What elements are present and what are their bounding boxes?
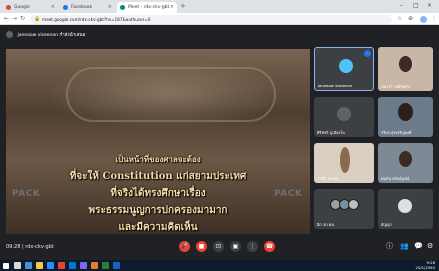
start-icon[interactable]: [3, 262, 9, 269]
present-button[interactable]: ▣: [230, 241, 241, 252]
participant-name: วาศินี อ.พุทธ: [317, 176, 339, 181]
slide-ornament: [66, 67, 276, 122]
people-icon[interactable]: 👥: [400, 242, 409, 251]
slide-line-1: เป็นหน้าที่ของศาลจะต้อง: [115, 154, 201, 164]
tab-meet[interactable]: Meet - rdx-ckv-gbt ×: [117, 2, 177, 13]
tab-title: Google: [14, 5, 30, 10]
star-icon[interactable]: ☆: [397, 15, 402, 23]
more-options-icon[interactable]: ⋯: [364, 50, 371, 57]
address-bar-row: ← → ↻ 🔒 meet.google.com/rdx-ckv-gbt?hs=1…: [0, 13, 439, 25]
participant-tile[interactable]: คมสัน ทรัพย์บูรณ์: [378, 143, 433, 183]
participant-name: คมสัน ทรัพย์บูรณ์: [381, 176, 410, 181]
facebook-favicon-icon: [63, 5, 68, 10]
tab-title: Meet - rdx-ckv-gbt: [128, 5, 170, 10]
participant-name: ศิริพัชร์ ภูเมืองโพ: [317, 130, 345, 135]
participant-name: รวีพร สุขเจริญพงศ์: [381, 130, 412, 135]
slide-line-3: ที่จริงได้ทรงศึกษาเรื่อง: [110, 188, 206, 199]
presenter-text: janeaow viseenon กำลังนำเสนอ: [17, 33, 86, 38]
close-window-icon[interactable]: ×: [427, 1, 432, 10]
participant-name: ธัญญา: [381, 222, 392, 227]
new-tab-button[interactable]: +: [180, 2, 186, 11]
close-icon[interactable]: ×: [170, 4, 174, 10]
participant-tile[interactable]: นพวรา วงศ์ชัยสุข: [378, 47, 433, 91]
participant-avatar: [398, 199, 412, 213]
presenter-avatar: [6, 31, 13, 38]
excel-icon[interactable]: [102, 262, 109, 269]
extensions-icon[interactable]: ⊕: [408, 15, 413, 23]
word-icon[interactable]: [113, 262, 120, 269]
participant-name: janeaow viseenon: [318, 83, 353, 88]
participant-name: อิก 30 คน: [317, 222, 334, 227]
participant-tile[interactable]: อิก 30 คน: [314, 189, 374, 229]
more-options-button[interactable]: ⋮: [247, 241, 258, 252]
watermark-right: PACK: [274, 189, 303, 199]
participant-avatar: [340, 147, 350, 173]
meet-favicon-icon: [120, 5, 125, 10]
chat-icon[interactable]: 💬: [414, 242, 423, 251]
presentation-screen: เป็นหน้าที่ของศาลจะต้อง ที่จะให้ Constit…: [6, 49, 310, 234]
participant-tile[interactable]: ศิริพัชร์ ภูเมืองโพ: [314, 97, 374, 137]
tab-title: Facebook: [71, 5, 93, 10]
watermark-left: PACK: [12, 189, 41, 199]
slide-line-5: และมีความคิดเห็น: [118, 222, 198, 233]
tab-facebook[interactable]: Facebook ×: [60, 2, 115, 13]
participant-tile[interactable]: วาศินี อ.พุทธ: [314, 143, 374, 183]
mic-off-button[interactable]: 🎤: [179, 241, 190, 252]
browser-tab-strip: Google × Facebook × Meet - rdx-ckv-gbt ×…: [0, 0, 439, 13]
participant-tile[interactable]: ⋯ janeaow viseenon: [314, 47, 374, 91]
explorer-icon[interactable]: [36, 262, 43, 269]
participant-avatar: [399, 151, 412, 167]
participant-avatar: [398, 103, 413, 121]
windows-taskbar: 9:28 20/1/2564: [0, 260, 439, 271]
powerpoint-icon[interactable]: [91, 262, 98, 269]
minimize-icon[interactable]: –: [400, 1, 403, 10]
teams-icon[interactable]: [80, 262, 87, 269]
meet-window: janeaow viseenon กำลังนำเสนอ เป็นหน้าที่…: [0, 25, 439, 260]
forward-icon[interactable]: →: [12, 14, 17, 24]
activities-icon[interactable]: ⚙: [427, 242, 433, 251]
menu-dots-icon[interactable]: ⋮: [431, 15, 437, 23]
leave-call-button[interactable]: ☎: [264, 241, 275, 252]
participant-name: นพวรา วงศ์ชัยสุข: [381, 84, 410, 89]
back-icon[interactable]: ←: [4, 14, 9, 24]
info-icon[interactable]: ⓘ: [386, 242, 393, 251]
system-clock[interactable]: 9:28 20/1/2564: [415, 260, 435, 270]
clock-date: 20/1/2564: [415, 264, 435, 270]
chrome-icon[interactable]: [58, 262, 65, 269]
maximize-icon[interactable]: □: [413, 1, 419, 10]
address-field[interactable]: 🔒 meet.google.com/rdx-ckv-gbt?hs=187&aut…: [30, 14, 392, 24]
slide-line-4: พระธรรมนูญการปกครองมามาก: [88, 205, 228, 216]
participant-avatar: [399, 56, 412, 72]
camera-off-button[interactable]: ■: [196, 241, 207, 252]
url-text: meet.google.com/rdx-ckv-gbt?hs=187&authu…: [42, 16, 151, 22]
google-favicon-icon: [6, 5, 11, 10]
presenter-label: janeaow viseenon กำลังนำเสนอ: [6, 31, 85, 41]
captions-button[interactable]: ⊡: [213, 241, 224, 252]
slide-line-2: ที่จะให้ Constitution แก่สยามประเทศ: [69, 171, 247, 182]
participant-tile[interactable]: รวีพร สุขเจริญพงศ์: [378, 97, 433, 137]
search-icon[interactable]: [14, 262, 21, 269]
store-icon[interactable]: [69, 262, 76, 269]
meeting-time-code: 09:28 | rdx-ckv-gbt: [6, 244, 54, 250]
participant-tile[interactable]: ธัญญา: [378, 189, 433, 229]
participant-avatar: [339, 59, 353, 73]
profile-avatar[interactable]: [420, 15, 427, 23]
close-icon[interactable]: ×: [51, 4, 55, 10]
meet-control-bar: 09:28 | rdx-ckv-gbt 🎤 ■ ⊡ ▣ ⋮ ☎ ⓘ 👥 💬 ⚙: [0, 236, 439, 260]
close-icon[interactable]: ×: [108, 4, 112, 10]
edge-icon[interactable]: [47, 262, 54, 269]
taskview-icon[interactable]: [25, 262, 32, 269]
tab-google[interactable]: Google ×: [3, 2, 58, 13]
participant-avatar: [337, 107, 351, 121]
lock-icon: 🔒: [34, 16, 41, 22]
reload-icon[interactable]: ↻: [20, 14, 25, 24]
participant-avatar: [348, 199, 359, 210]
